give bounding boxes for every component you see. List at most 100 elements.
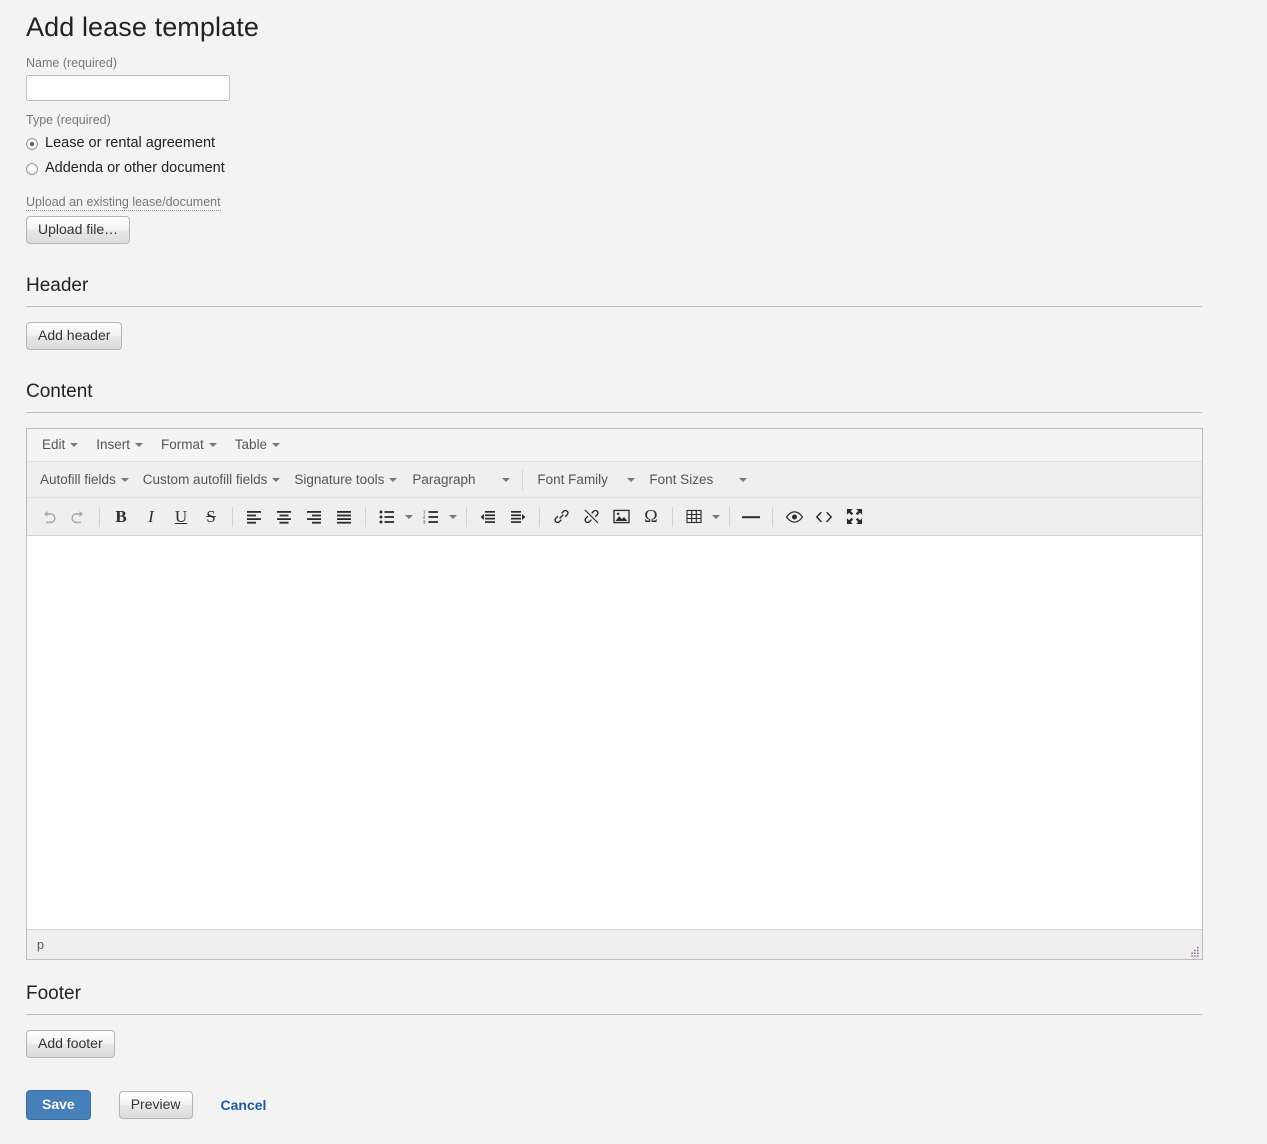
- italic-glyph: I: [148, 507, 154, 526]
- chevron-down-icon: [712, 514, 720, 519]
- header-section-title: Header: [26, 275, 89, 296]
- table-icon[interactable]: [679, 503, 709, 531]
- page-title: Add lease template: [26, 12, 259, 42]
- chevron-down-icon: [208, 443, 217, 447]
- menu-table[interactable]: Table: [226, 433, 289, 457]
- footer-section-title: Footer: [26, 983, 81, 1004]
- header-section: Header Add header: [26, 274, 1202, 350]
- table-group[interactable]: [679, 503, 723, 531]
- align-right-icon[interactable]: [299, 503, 329, 531]
- source-code-icon[interactable]: [809, 503, 839, 531]
- svg-text:3: 3: [423, 519, 426, 523]
- radio-label: Addenda or other document: [45, 160, 225, 176]
- strikethrough-icon[interactable]: S: [196, 503, 226, 531]
- custom-autofill-fields-label: Custom autofill fields: [142, 472, 268, 487]
- undo-icon[interactable]: [33, 503, 63, 531]
- editor-toolbar-dropdowns: Autofill fields Custom autofill fields S…: [27, 462, 1202, 498]
- editor-content-area[interactable]: [27, 536, 1202, 929]
- outdent-icon[interactable]: [473, 503, 503, 531]
- element-path[interactable]: p: [37, 938, 44, 952]
- chevron-down-icon: [135, 443, 144, 447]
- chevron-down-icon: [405, 514, 413, 519]
- menu-format-label: Format: [161, 437, 204, 452]
- indent-icon[interactable]: [503, 503, 533, 531]
- radio-icon[interactable]: [26, 137, 38, 150]
- font-sizes-dropdown[interactable]: Font Sizes: [641, 468, 753, 491]
- section-divider: [26, 1014, 1202, 1015]
- chevron-down-icon: [120, 477, 129, 482]
- menu-insert-label: Insert: [96, 437, 131, 452]
- radio-icon[interactable]: [26, 162, 38, 175]
- bullet-list-group[interactable]: [372, 503, 416, 531]
- align-left-icon[interactable]: [239, 503, 269, 531]
- chevron-down-icon: [389, 477, 398, 482]
- name-field-label: Name (required): [26, 56, 118, 70]
- content-section-title: Content: [26, 381, 93, 402]
- redo-icon[interactable]: [63, 503, 93, 531]
- chevron-down-icon: [627, 477, 636, 482]
- align-center-icon[interactable]: [269, 503, 299, 531]
- font-family-dropdown[interactable]: Font Family: [529, 468, 641, 491]
- numbered-list-icon[interactable]: 123: [416, 503, 446, 531]
- upload-file-button[interactable]: Upload file…: [26, 216, 131, 244]
- unlink-icon[interactable]: [576, 503, 606, 531]
- paragraph-style-label: Paragraph: [412, 472, 476, 487]
- toolbar-separator: [539, 506, 540, 527]
- menu-edit-label: Edit: [42, 437, 66, 452]
- chevron-down-icon: [502, 477, 511, 482]
- menu-format[interactable]: Format: [152, 433, 226, 457]
- chevron-down-icon: [272, 477, 281, 482]
- save-button[interactable]: Save: [26, 1090, 91, 1120]
- menu-insert[interactable]: Insert: [87, 433, 152, 457]
- toolbar-separator: [365, 506, 366, 527]
- radio-label: Lease or rental agreement: [45, 135, 216, 151]
- omega-glyph: Ω: [644, 506, 658, 526]
- editor-menubar: Edit Insert Format Table: [27, 429, 1202, 462]
- editor-toolbar-icons: B I U S 1 2 3 Ω: [27, 498, 1202, 536]
- content-section: Content Edit Insert Format Table Autofil…: [26, 380, 1203, 960]
- numbered-list-group[interactable]: 123: [416, 503, 460, 531]
- preview-button[interactable]: Preview: [118, 1091, 193, 1119]
- underline-icon[interactable]: U: [166, 503, 196, 531]
- form-actions: Save Preview Cancel: [26, 1090, 1267, 1144]
- toolbar-separator: [522, 469, 524, 490]
- toolbar-separator: [772, 506, 773, 527]
- menu-table-label: Table: [234, 437, 268, 452]
- signature-tools-dropdown[interactable]: Signature tools: [287, 467, 404, 492]
- toolbar-separator: [99, 506, 100, 527]
- custom-autofill-fields-dropdown[interactable]: Custom autofill fields: [136, 467, 288, 492]
- bullet-list-caret[interactable]: [402, 503, 416, 531]
- autofill-fields-dropdown[interactable]: Autofill fields: [33, 467, 136, 492]
- image-icon[interactable]: [606, 503, 636, 531]
- radio-lease-or-rental-agreement[interactable]: Lease or rental agreement: [26, 134, 1267, 153]
- font-sizes-label: Font Sizes: [649, 472, 714, 487]
- menu-edit[interactable]: Edit: [33, 433, 87, 457]
- special-character-icon[interactable]: Ω: [636, 503, 666, 531]
- link-icon[interactable]: [546, 503, 576, 531]
- signature-tools-label: Signature tools: [294, 472, 385, 487]
- toolbar-separator: [672, 506, 673, 527]
- add-footer-button[interactable]: Add footer: [26, 1030, 115, 1058]
- align-justify-icon[interactable]: [329, 503, 359, 531]
- bold-icon[interactable]: B: [106, 503, 136, 531]
- table-caret[interactable]: [709, 503, 723, 531]
- italic-icon[interactable]: I: [136, 503, 166, 531]
- upload-hint-label: Upload an existing lease/document: [26, 195, 221, 211]
- autofill-fields-label: Autofill fields: [40, 472, 116, 487]
- add-header-button[interactable]: Add header: [26, 322, 123, 350]
- paragraph-style-dropdown[interactable]: Paragraph: [404, 468, 516, 491]
- cancel-link[interactable]: Cancel: [221, 1097, 267, 1114]
- name-input[interactable]: [26, 75, 230, 101]
- radio-addenda-or-other-document[interactable]: Addenda or other document: [26, 159, 1267, 178]
- preview-icon[interactable]: [779, 503, 809, 531]
- font-family-label: Font Family: [537, 472, 608, 487]
- numbered-list-caret[interactable]: [446, 503, 460, 531]
- fullscreen-icon[interactable]: [839, 503, 869, 531]
- chevron-down-icon: [272, 443, 281, 447]
- rich-text-editor: Edit Insert Format Table Autofill fields…: [26, 428, 1203, 960]
- add-lease-template-page: Add lease template Name (required) Type …: [0, 0, 1267, 1144]
- resize-handle-icon[interactable]: [1189, 946, 1199, 957]
- bold-glyph: B: [115, 507, 127, 526]
- horizontal-rule-icon[interactable]: [736, 503, 766, 531]
- bullet-list-icon[interactable]: [372, 503, 402, 531]
